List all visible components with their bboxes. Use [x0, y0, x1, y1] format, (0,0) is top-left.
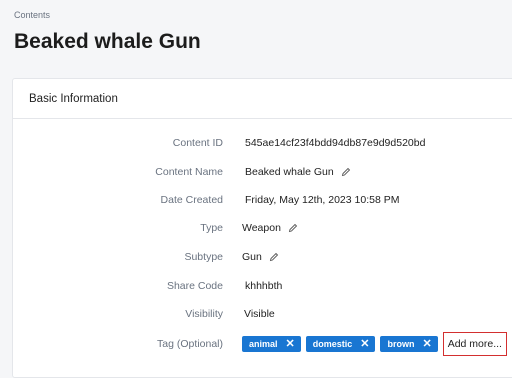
pencil-icon[interactable]: [288, 223, 298, 233]
date-created-value: Friday, May 12th, 2023 10:58 PM: [245, 194, 400, 206]
pencil-icon[interactable]: [341, 167, 351, 177]
card-title: Basic Information: [13, 79, 512, 119]
content-id-row: Content ID 545ae14cf23f4bdd94db87e9d9d52…: [13, 133, 512, 153]
tag-chip: domestic ✕: [305, 336, 376, 352]
close-icon[interactable]: ✕: [360, 338, 369, 350]
tag-label: animal: [249, 339, 278, 349]
date-created-row: Date Created Friday, May 12th, 2023 10:5…: [13, 190, 512, 210]
type-value: Weapon: [242, 222, 281, 234]
share-code-label: Share Code: [166, 280, 223, 292]
breadcrumb[interactable]: Contents: [14, 10, 50, 20]
subtype-label: Subtype: [184, 251, 223, 263]
tag-label: brown: [387, 339, 415, 349]
tags-label: Tag (Optional): [157, 338, 223, 350]
pencil-icon[interactable]: [269, 252, 279, 262]
tag-chip: brown ✕: [380, 336, 438, 352]
page-title: Beaked whale Gun: [14, 30, 201, 53]
tag-chip: animal ✕: [242, 336, 301, 352]
share-code-row: Share Code khhhbth: [13, 276, 512, 296]
close-icon[interactable]: ✕: [286, 338, 295, 350]
subtype-row: Subtype Gun: [13, 247, 512, 267]
close-icon[interactable]: ✕: [422, 338, 431, 350]
type-row: Type Weapon: [13, 218, 512, 238]
content-id-label: Content ID: [172, 137, 223, 149]
tag-label: domestic: [312, 339, 353, 349]
subtype-value: Gun: [242, 251, 262, 263]
share-code-value: khhhbth: [245, 280, 283, 292]
content-name-label: Content Name: [155, 166, 223, 178]
content-name-row: Content Name Beaked whale Gun: [13, 162, 512, 182]
visibility-value: Visible: [244, 308, 275, 320]
type-label: Type: [200, 222, 223, 234]
visibility-row: Visibility Visible: [13, 304, 512, 324]
add-tag-input[interactable]: Add more...: [442, 332, 507, 356]
basic-information-card: Basic Information Content ID 545ae14cf23…: [12, 78, 512, 378]
content-id-value: 545ae14cf23f4bdd94db87e9d9d520bd: [245, 137, 426, 149]
content-name-value: Beaked whale Gun: [245, 166, 334, 178]
visibility-label: Visibility: [185, 308, 223, 320]
tags-row: Tag (Optional) animal ✕ domestic ✕ brown…: [13, 332, 512, 356]
date-created-label: Date Created: [160, 194, 223, 206]
